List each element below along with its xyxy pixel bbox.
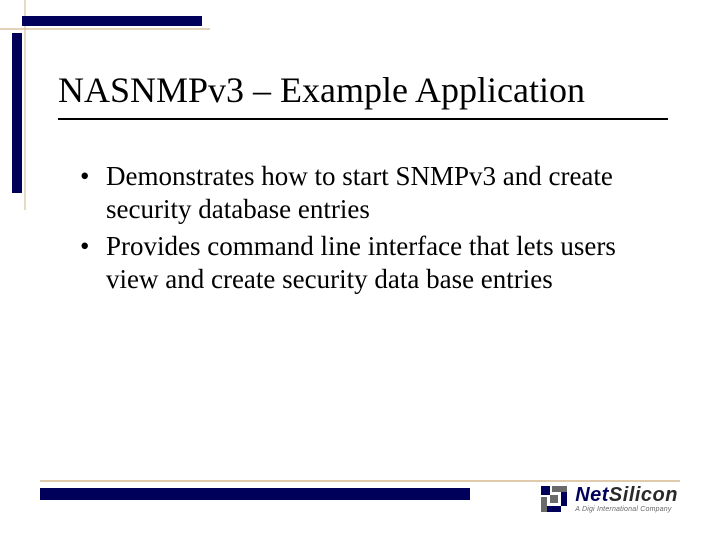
bullet-icon: • bbox=[80, 230, 89, 263]
slide-body: • Demonstrates how to start SNMPv3 and c… bbox=[80, 160, 650, 300]
logo-mark-icon bbox=[539, 484, 569, 514]
logo: NetSilicon A Digi International Company bbox=[539, 484, 678, 514]
decor-bottom-bar bbox=[40, 488, 470, 500]
slide-title: NASNMPv3 – Example Application bbox=[58, 70, 680, 111]
list-item: • Provides command line interface that l… bbox=[80, 230, 650, 296]
decor-bar-top bbox=[22, 16, 202, 26]
bullet-icon: • bbox=[80, 160, 89, 193]
logo-tagline: A Digi International Company bbox=[575, 506, 678, 513]
bullet-text: Provides command line interface that let… bbox=[106, 231, 616, 294]
bullet-text: Demonstrates how to start SNMPv3 and cre… bbox=[106, 161, 613, 224]
logo-brand: NetSilicon bbox=[575, 485, 678, 505]
decor-tan-horizontal bbox=[0, 28, 210, 30]
list-item: • Demonstrates how to start SNMPv3 and c… bbox=[80, 160, 650, 226]
decor-tan-vertical bbox=[24, 0, 26, 210]
title-underline bbox=[58, 118, 668, 120]
logo-brand-left: Net bbox=[575, 484, 609, 506]
decor-bottom-line bbox=[40, 480, 680, 482]
logo-brand-right: Silicon bbox=[609, 484, 678, 506]
decor-bar-left bbox=[12, 33, 22, 193]
